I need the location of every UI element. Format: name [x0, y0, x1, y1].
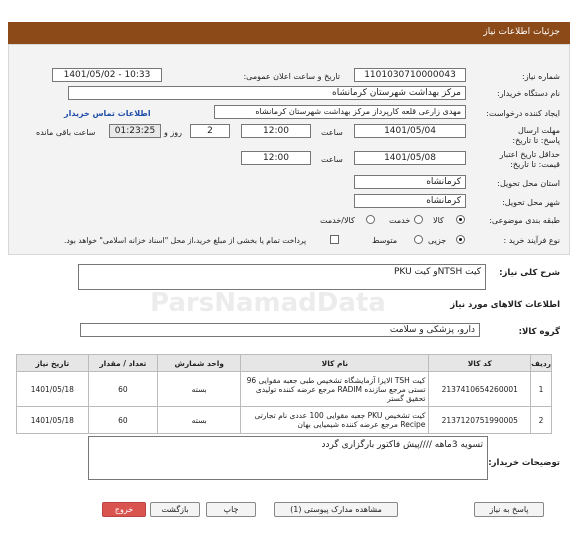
exit-button[interactable]: خروج	[102, 502, 146, 517]
col-row: ردیف	[530, 354, 552, 372]
cell-row: 1	[530, 371, 552, 407]
need-number-label: شماره نیاز:	[522, 72, 560, 81]
col-name: نام کالا	[240, 354, 430, 372]
page-title: جزئیات اطلاعات نیاز	[483, 27, 560, 37]
print-button[interactable]: چاپ	[206, 502, 256, 517]
buyer-contact-link[interactable]: اطلاعات تماس خریدار	[64, 109, 151, 118]
cell-date: 1401/05/18	[16, 406, 89, 434]
category-goods-service-radio[interactable]	[366, 215, 375, 224]
table-row[interactable]: 1 2137410654260001 کیت TSH الایزا آزمایش…	[16, 371, 552, 407]
cell-unit: بسته	[157, 406, 242, 434]
treasury-payment-note: پرداخت تمام یا بخشی از مبلغ خرید،از محل …	[64, 236, 307, 245]
category-service-label: خدمت	[389, 216, 411, 225]
goods-group-field: دارو، پزشکی و سلامت	[80, 323, 480, 337]
treasury-payment-checkbox[interactable]	[330, 235, 339, 244]
cell-code: 2137410654260001	[428, 371, 532, 407]
remaining-time-field: 01:23:25	[109, 124, 161, 138]
remaining-time-label: ساعت باقی مانده	[36, 128, 96, 137]
category-goods-label: کالا	[433, 216, 444, 225]
col-code: کد کالا	[428, 354, 532, 372]
process-label: نوع فرآیند خرید :	[503, 236, 560, 245]
province-field: کرمانشاه	[354, 175, 466, 189]
deadline-date-field: 1401/05/04	[354, 124, 466, 138]
cell-qty: 60	[87, 371, 159, 407]
city-field: کرمانشاه	[354, 194, 466, 208]
buyer-org-field: مرکز بهداشت شهرستان کرمانشاه	[68, 86, 466, 100]
need-number-field: 1101030710000043	[354, 68, 466, 82]
city-label: شهر محل تحویل:	[502, 198, 560, 207]
creator-field: مهدی زارعی قلعه کارپرداز مرکز بهداشت شهر…	[214, 105, 466, 119]
creator-label: ایجاد کننده درخواست:	[486, 109, 560, 118]
category-service-radio[interactable]	[414, 215, 423, 224]
validity-time-label: ساعت	[321, 155, 343, 164]
reply-button[interactable]: پاسخ به نیاز	[474, 502, 544, 517]
cell-name: کیت TSH الایزا آزمایشگاه تشخیص طبی جعبه …	[240, 371, 430, 407]
goods-section-title: اطلاعات کالاهای مورد نیاز	[450, 300, 560, 310]
cell-qty: 60	[87, 406, 159, 434]
page-header: جزئیات اطلاعات نیاز	[8, 22, 570, 44]
announce-field: 1401/05/02 - 10:33	[52, 68, 162, 82]
days-count-field: 2	[190, 124, 230, 138]
buyer-notes-label: توضیحات خریدار:	[488, 458, 560, 468]
site-watermark: ParsNamadData	[150, 288, 386, 318]
validity-date-field: 1401/05/08	[354, 151, 466, 165]
description-field: کیت NTSHو کیت PKU	[78, 264, 486, 290]
cell-unit: بسته	[157, 371, 242, 407]
category-goods-service-label: کالا/خدمت	[320, 216, 355, 225]
view-attachments-button[interactable]: مشاهده مدارک پیوستی (1)	[274, 502, 398, 517]
cell-date: 1401/05/18	[16, 371, 89, 407]
cell-code: 2137120751990005	[428, 406, 532, 434]
category-label: طبقه بندی موضوعی:	[489, 216, 560, 225]
process-medium-label: متوسط	[372, 236, 398, 245]
deadline-time-label: ساعت	[321, 128, 343, 137]
validity-label: حداقل تاریخ اعتبار قیمت: تا تاریخ:	[499, 150, 560, 169]
validity-time-field: 12:00	[241, 151, 311, 165]
goods-table-header: ردیف کد کالا نام کالا واحد شمارش تعداد /…	[16, 354, 552, 372]
category-goods-radio[interactable]	[456, 215, 465, 224]
table-row[interactable]: 2 2137120751990005 کیت تشخیص PKU جعبه مق…	[16, 406, 552, 434]
cell-row: 2	[530, 406, 552, 434]
buyer-notes-field: تسویه 3ماهه ////پیش فاکتور بارگزاری گردد	[88, 436, 488, 480]
back-button[interactable]: بازگشت	[150, 502, 200, 517]
col-date: تاریخ نیاز	[16, 354, 89, 372]
description-label: شرح کلی نیاز:	[499, 268, 560, 278]
days-label: روز و	[164, 128, 182, 137]
goods-group-label: گروه کالا:	[518, 327, 560, 337]
goods-table: ردیف کد کالا نام کالا واحد شمارش تعداد /…	[16, 354, 552, 434]
col-qty: تعداد / مقدار	[87, 354, 159, 372]
announce-label: تاریخ و ساعت اعلان عمومی:	[243, 72, 340, 81]
deadline-label: مهلت ارسال پاسخ: تا تاریخ:	[512, 126, 560, 145]
cell-name: کیت تشخیص PKU جعبه مقوایی 100 عددی نام ت…	[240, 406, 430, 434]
buyer-org-label: نام دستگاه خریدار:	[497, 89, 560, 98]
deadline-time-field: 12:00	[241, 124, 311, 138]
process-minor-label: جزیی	[428, 236, 447, 245]
process-medium-radio[interactable]	[414, 235, 423, 244]
col-unit: واحد شمارش	[157, 354, 242, 372]
province-label: استان محل تحویل:	[497, 179, 560, 188]
process-minor-radio[interactable]	[456, 235, 465, 244]
